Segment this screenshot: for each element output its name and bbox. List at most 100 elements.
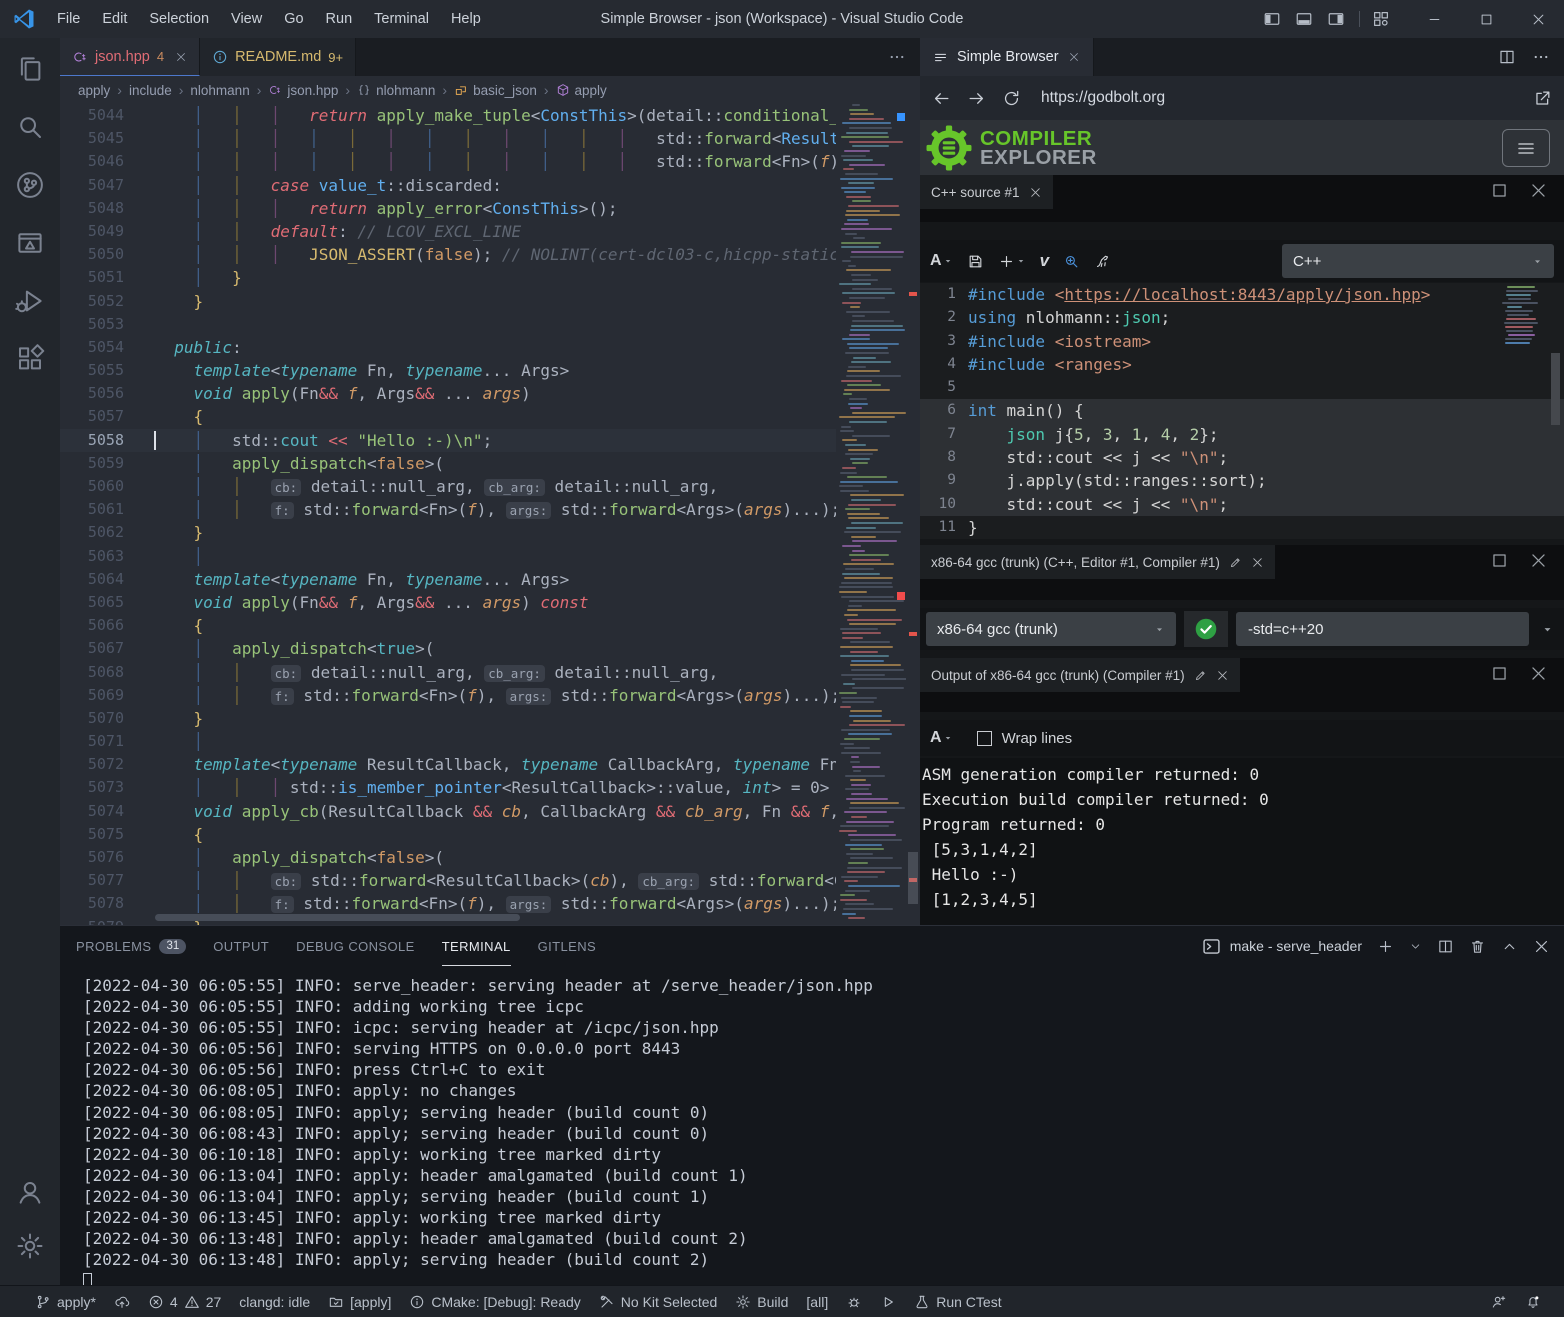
more-actions-icon[interactable]	[1532, 48, 1550, 66]
terminal-profiles-icon[interactable]	[1409, 940, 1422, 953]
close-icon[interactable]	[1529, 181, 1548, 200]
editor-more-actions-icon[interactable]	[888, 48, 906, 66]
breadcrumb[interactable]: apply›include›nlohmann›json.hpp›nlohmann…	[60, 76, 920, 104]
extensions-icon[interactable]	[15, 344, 45, 374]
terminal-output[interactable]: [2022-04-30 06:05:55] INFO: serve_header…	[60, 966, 1564, 1285]
code-editor[interactable]: 5044 │ │ │ return apply_make_tuple<Const…	[60, 104, 920, 925]
panel-tab-problems[interactable]: PROBLEMS31	[76, 926, 186, 966]
account-icon[interactable]	[15, 1177, 45, 1207]
debug-icon[interactable]	[15, 286, 45, 316]
libraries-dropdown-icon[interactable]	[1541, 623, 1554, 636]
status-kit-selection[interactable]: No Kit Selected	[590, 1286, 727, 1317]
panel-tab-terminal[interactable]: TERMINAL	[442, 926, 511, 966]
horizontal-scrollbar-thumb[interactable]	[155, 914, 520, 921]
status-feedback[interactable]	[1482, 1286, 1516, 1317]
output-pane-tab[interactable]: Output of x86-64 gcc (trunk) (Compiler #…	[920, 658, 1240, 692]
language-select[interactable]: C++	[1282, 244, 1554, 278]
menu-view[interactable]: View	[220, 0, 273, 38]
scrollbar-thumb[interactable]	[908, 852, 918, 904]
maximize-icon[interactable]	[1490, 664, 1509, 683]
tab-simple-browser[interactable]: Simple Browser	[920, 38, 1094, 76]
status-clangd-status[interactable]: clangd: idle	[230, 1286, 319, 1317]
back-icon[interactable]	[932, 89, 951, 108]
status-publish[interactable]	[105, 1286, 139, 1317]
compiler-options-input[interactable]: -std=c++20	[1236, 612, 1529, 646]
split-editor-icon[interactable]	[1498, 48, 1516, 66]
wrap-lines-checkbox[interactable]	[977, 731, 992, 746]
terminal-instance[interactable]: make - serve_header	[1201, 936, 1362, 957]
settings-gear-icon[interactable]	[15, 1231, 45, 1261]
panel-tab-gitlens[interactable]: GITLENS	[538, 926, 596, 966]
maximize-icon[interactable]	[1490, 551, 1509, 570]
open-external-icon[interactable]	[1533, 89, 1552, 108]
panel-tab-output[interactable]: OUTPUT	[213, 926, 269, 966]
close-icon[interactable]	[1029, 186, 1042, 199]
menu-edit[interactable]: Edit	[91, 0, 138, 38]
close-icon[interactable]	[1529, 551, 1548, 570]
status-workspace-folder[interactable]: [apply]	[319, 1286, 400, 1317]
breadcrumb-item-basic-json[interactable]: basic_json	[454, 83, 537, 98]
minimap[interactable]	[836, 104, 906, 925]
breadcrumb-item-apply[interactable]: apply	[556, 83, 607, 98]
status-build-target[interactable]: [all]	[797, 1286, 837, 1317]
status-cmake-build[interactable]: Build	[726, 1286, 797, 1317]
status-cmake-status[interactable]: CMake: [Debug]: Ready	[400, 1286, 589, 1317]
breadcrumb-item-json-hpp[interactable]: json.hpp	[268, 83, 338, 98]
files-icon[interactable]	[15, 54, 45, 84]
source-code-editor[interactable]: 1#include <https://localhost:8443/apply/…	[920, 283, 1564, 539]
status-debug-button[interactable]	[837, 1286, 871, 1317]
menu-terminal[interactable]: Terminal	[363, 0, 440, 38]
search-icon[interactable]	[15, 112, 45, 142]
compiler-explorer-logo-icon[interactable]	[926, 125, 972, 171]
save-button[interactable]	[967, 253, 984, 270]
toggle-secondary-sidebar-icon[interactable]	[1327, 10, 1345, 28]
close-icon[interactable]	[175, 51, 187, 63]
hamburger-menu-button[interactable]	[1502, 129, 1550, 167]
toggle-panel-icon[interactable]	[1295, 10, 1313, 28]
panel-tab-debug-console[interactable]: DEBUG CONSOLE	[296, 926, 415, 966]
menu-run[interactable]: Run	[315, 0, 364, 38]
vim-mode-button[interactable]: v	[1040, 251, 1049, 271]
breadcrumb-item-apply[interactable]: apply	[78, 83, 110, 98]
status-problems[interactable]: 427	[139, 1286, 230, 1317]
customize-layout-icon[interactable]	[1372, 10, 1390, 28]
breadcrumb-item-nlohmann[interactable]: nlohmann	[190, 83, 249, 98]
output-font-size-button[interactable]: A	[930, 729, 953, 747]
status-branch-status[interactable]: apply*	[26, 1286, 105, 1317]
split-terminal-icon[interactable]	[1437, 938, 1454, 955]
forward-icon[interactable]	[967, 89, 986, 108]
editor-scrollbar[interactable]	[906, 104, 920, 925]
status-launch-button[interactable]	[871, 1286, 905, 1317]
menu-go[interactable]: Go	[273, 0, 314, 38]
menu-file[interactable]: File	[46, 0, 91, 38]
source-scrollbar-thumb[interactable]	[1551, 353, 1560, 425]
new-terminal-icon[interactable]	[1377, 938, 1394, 955]
close-icon[interactable]	[1251, 556, 1264, 569]
menu-selection[interactable]: Selection	[138, 0, 220, 38]
rename-icon[interactable]	[1229, 556, 1242, 569]
maximize-icon[interactable]	[1490, 181, 1509, 200]
font-size-button[interactable]: A	[930, 252, 953, 270]
rename-icon[interactable]	[1194, 669, 1207, 682]
cpp-insights-button[interactable]	[1094, 253, 1111, 270]
zoom-button[interactable]	[1063, 253, 1080, 270]
close-window-button[interactable]	[1512, 0, 1564, 38]
add-pane-button[interactable]	[998, 253, 1026, 270]
reload-icon[interactable]	[1002, 89, 1021, 108]
compiler-select[interactable]: x86-64 gcc (trunk)	[926, 612, 1176, 646]
breadcrumb-item-nlohmann[interactable]: nlohmann	[357, 83, 435, 98]
close-panel-icon[interactable]	[1533, 938, 1550, 955]
url-input[interactable]: https://godbolt.org	[1041, 89, 1517, 107]
close-icon[interactable]	[1216, 669, 1229, 682]
source-control-icon[interactable]	[15, 170, 45, 200]
breadcrumb-item-include[interactable]: include	[129, 83, 172, 98]
tab-readme-md[interactable]: README.md9+	[200, 38, 356, 76]
source-pane-tab[interactable]: C++ source #1	[920, 175, 1053, 209]
kill-terminal-icon[interactable]	[1469, 938, 1486, 955]
compiler-pane-tab[interactable]: x86-64 gcc (trunk) (C++, Editor #1, Comp…	[920, 545, 1275, 579]
tab-json-hpp[interactable]: json.hpp4	[60, 38, 200, 76]
toggle-sidebar-icon[interactable]	[1263, 10, 1281, 28]
menu-help[interactable]: Help	[440, 0, 492, 38]
status-run-ctest[interactable]: Run CTest	[905, 1286, 1010, 1317]
close-icon[interactable]	[1068, 51, 1080, 63]
